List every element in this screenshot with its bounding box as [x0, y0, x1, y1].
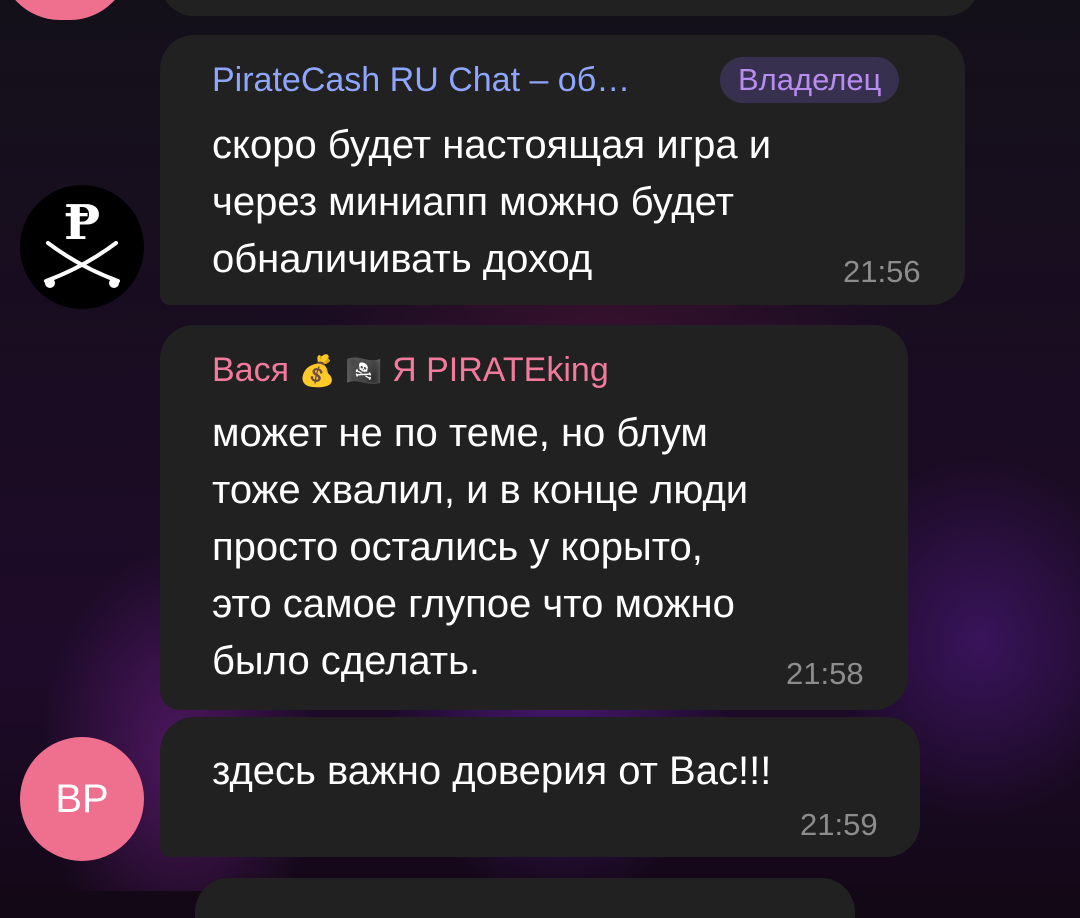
sender-last-name: Я PIRATEking — [392, 351, 609, 389]
message-text: здесь важно доверия от Вас!!! — [212, 749, 772, 793]
user-avatar[interactable]: BP — [20, 737, 144, 861]
group-avatar-letter: Ᵽ — [63, 195, 101, 251]
message-time: 21:56 — [843, 254, 921, 289]
sender-name[interactable]: PirateCash RU Chat – об… — [212, 61, 630, 100]
message-text: скоро будет настоящая игра и через миниа… — [212, 123, 772, 281]
message-bubble[interactable]: Вася 💰 🏴‍☠️ Я PIRATEking может не по тем… — [160, 325, 908, 710]
admin-badge: Владелец — [720, 57, 900, 103]
sender-first-name: Вася — [212, 351, 289, 389]
message-bubble[interactable]: здесь важно доверия от Вас!!! 21:59 — [160, 717, 920, 857]
pirate-flag-icon: 🏴‍☠️ — [345, 355, 383, 388]
group-avatar[interactable]: Ᵽ — [20, 185, 144, 309]
money-bag-icon: 💰 — [298, 355, 336, 388]
user-avatar-initials: BP — [55, 776, 109, 821]
message-text: может не по теме, но блум тоже хвалил, и… — [212, 411, 749, 683]
message-bubble-partial-bottom[interactable] — [195, 878, 855, 918]
message-bubble[interactable]: PirateCash RU Chat – об… Владелец скоро … — [160, 35, 965, 305]
message-bubble-partial-top[interactable] — [160, 0, 980, 16]
message-time: 21:59 — [800, 807, 878, 842]
sender-name[interactable]: Вася 💰 🏴‍☠️ Я PIRATEking — [212, 351, 609, 390]
message-time: 21:58 — [786, 656, 864, 691]
